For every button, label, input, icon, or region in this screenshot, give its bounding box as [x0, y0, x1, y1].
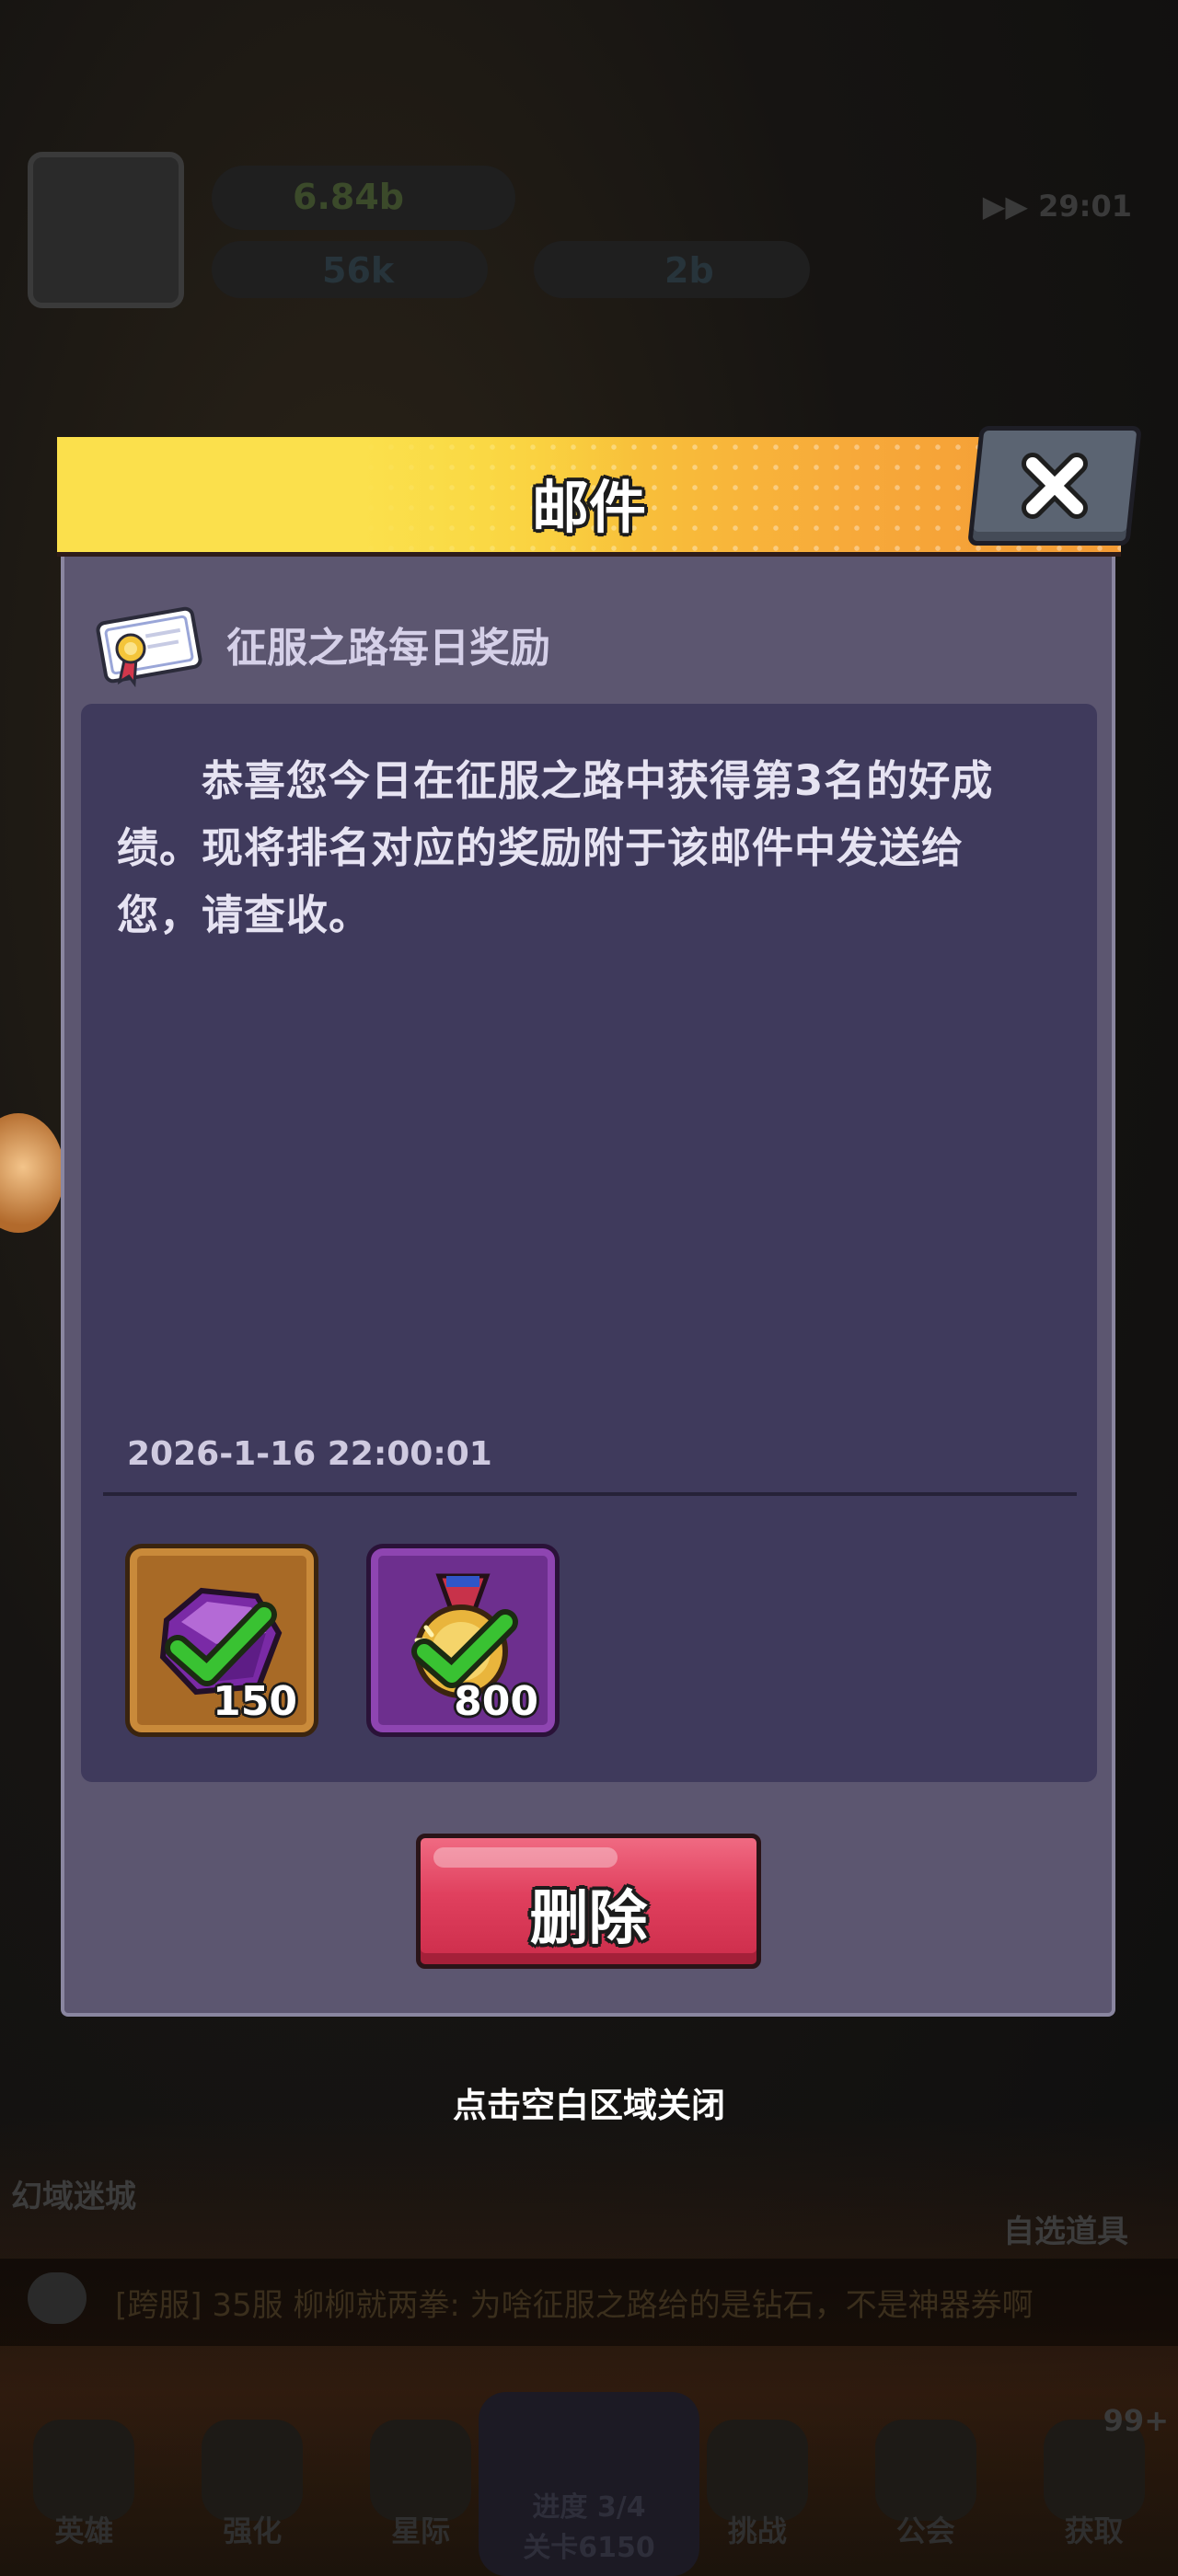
certificate-icon [94, 603, 204, 688]
interstellar-icon [370, 2420, 472, 2521]
stage-number: 关卡6150 [523, 2532, 655, 2564]
reward-item-gem[interactable]: 150 [125, 1544, 318, 1737]
mail-subject: 征服之路每日奖励 [226, 625, 550, 672]
reward-count: 800 [454, 1678, 538, 1725]
notification-badge: 99+ [1103, 2403, 1169, 2438]
button-shine [433, 1847, 618, 1868]
content-divider [103, 1492, 1077, 1496]
challenge-icon [706, 2420, 808, 2521]
delete-button[interactable]: 删除 [416, 1834, 761, 1969]
dialog-title: 邮件 [531, 474, 646, 541]
dialog-header: 邮件 [57, 437, 1121, 557]
resource-value-1: 56k [322, 250, 395, 291]
nav-item-enhance[interactable]: 强化 [168, 2383, 337, 2576]
reward-item-medal[interactable]: 800 [366, 1544, 560, 1737]
nav-label: 强化 [223, 2513, 283, 2548]
delete-button-label: 删除 [529, 1885, 648, 1953]
enhance-icon [202, 2420, 304, 2521]
timer-text: ▶▶ 29:01 [982, 189, 1132, 224]
side-label-right[interactable]: 自选道具 [1003, 2206, 1128, 2251]
stage-progress: 进度 3/4 [532, 2491, 646, 2524]
side-label-left[interactable]: 幻域迷城 [11, 2171, 136, 2216]
nav-item-heroes[interactable]: 英雄 [0, 2383, 168, 2576]
mail-date: 2026-1-16 22:00:01 [127, 1435, 492, 1473]
chat-bubble-icon[interactable] [28, 2272, 87, 2324]
hero-icon [33, 2420, 135, 2521]
player-avatar[interactable] [28, 152, 184, 308]
nav-label: 获取 [1064, 2513, 1124, 2548]
close-button[interactable] [967, 426, 1142, 546]
reward-count: 150 [213, 1678, 297, 1725]
nav-item-guild[interactable]: 公会 [841, 2383, 1010, 2576]
nav-center-stage[interactable]: 进度 3/4 关卡6150 [479, 2392, 699, 2576]
fast-forward-icon: ▶▶ [982, 189, 1039, 224]
power-value: 6.84b [293, 177, 404, 217]
close-x-icon [978, 431, 1131, 541]
guild-icon [874, 2420, 976, 2521]
tap-to-close-hint[interactable]: 点击空白区域关闭 [0, 2077, 1178, 2127]
resource-value-2: 2b [664, 250, 714, 291]
chat-message[interactable]: [跨服] 35服 柳柳就两拳: 为啥征服之路给的是钻石，不是神器券啊 [115, 2280, 1034, 2325]
nav-label: 英雄 [54, 2513, 114, 2548]
nav-label: 公会 [895, 2513, 955, 2548]
mail-body-text: 恭喜您今日在征服之路中获得第3名的好成绩。现将排名对应的奖励附于该邮件中发送给您… [117, 756, 994, 939]
